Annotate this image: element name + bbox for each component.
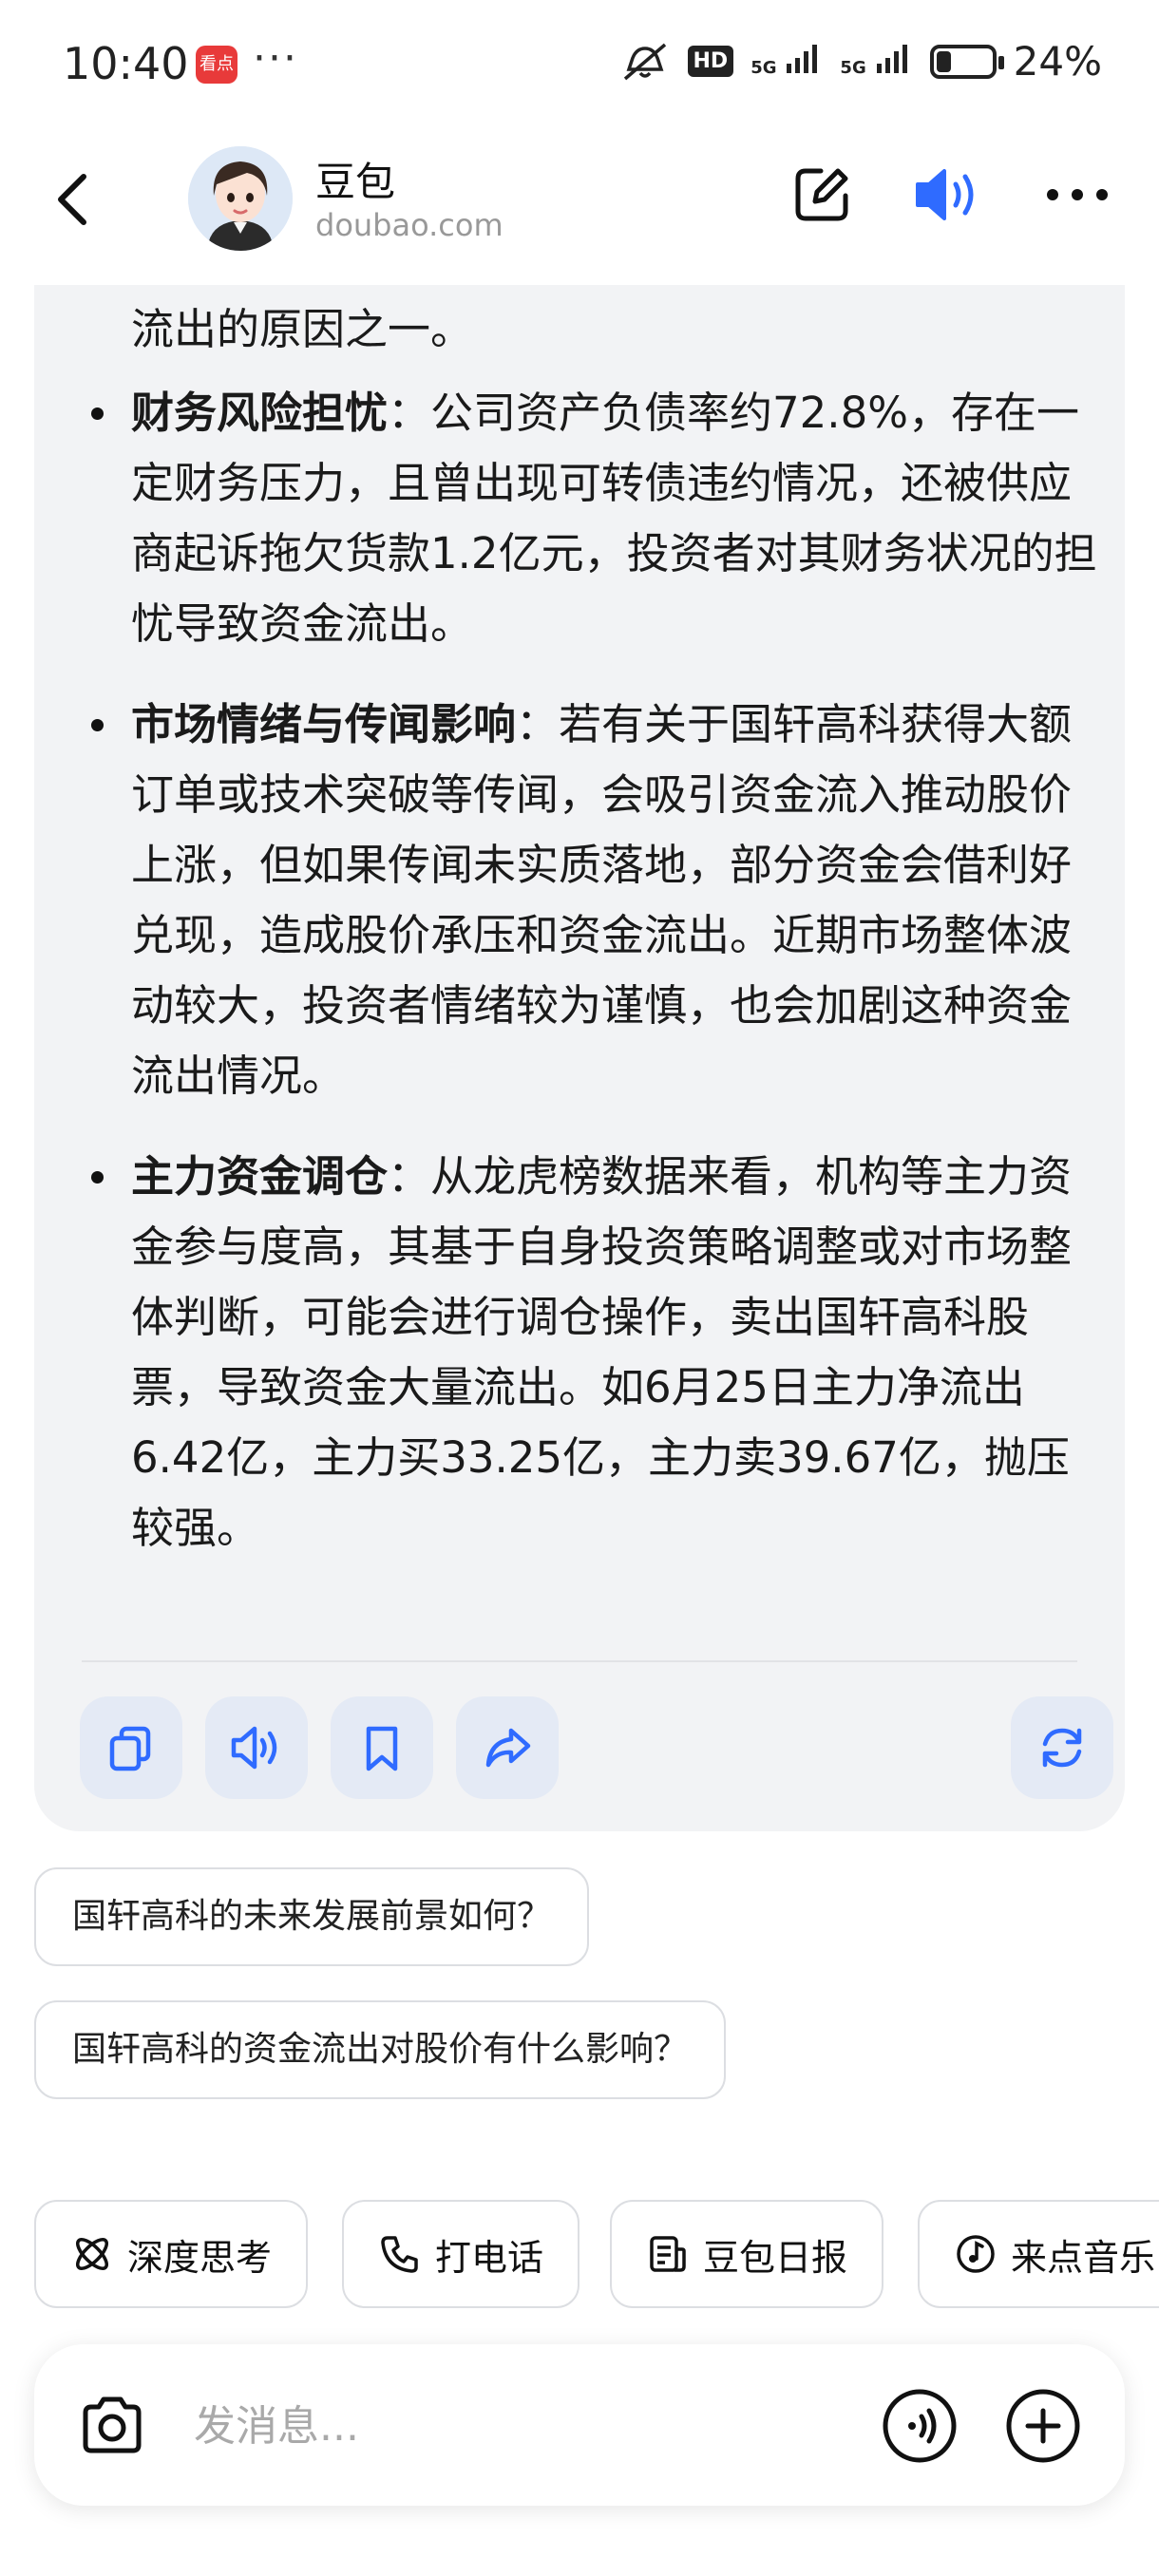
news-icon bbox=[650, 2236, 686, 2272]
tool-music[interactable]: 来点音乐 bbox=[918, 2200, 1159, 2308]
bullet-text: ：若有关于国轩高科获得大额订单或技术突破等传闻，会吸引资金流入推动股价上涨，但如… bbox=[131, 699, 1073, 1101]
chat-subtitle: doubao.com bbox=[315, 207, 504, 243]
tool-label: 豆包日报 bbox=[703, 2236, 848, 2279]
bullet-heading: 主力资金调仓 bbox=[131, 1151, 389, 1202]
signal-bars-icon bbox=[787, 45, 818, 73]
voice-input-button[interactable] bbox=[880, 2386, 960, 2466]
back-button[interactable] bbox=[38, 161, 114, 237]
bookmark-button[interactable] bbox=[331, 1696, 433, 1799]
tool-label: 打电话 bbox=[435, 2236, 544, 2279]
speaker-icon bbox=[916, 169, 974, 220]
new-chat-button[interactable] bbox=[788, 161, 855, 228]
message-divider bbox=[82, 1660, 1077, 1662]
bullet-heading: 财务风险担忧 bbox=[131, 388, 389, 438]
chat-title: 豆包 bbox=[315, 159, 396, 205]
message-continuation-text: 流出的原因之一。 bbox=[131, 304, 474, 354]
tool-deep-thinking[interactable]: 深度思考 bbox=[34, 2200, 309, 2308]
avatar-girl-icon bbox=[188, 146, 293, 251]
signal-label-2: 5G bbox=[840, 58, 866, 78]
bullet-item-financial-risk: 财务风险担忧：公司资产负债率约72.8%，存在一定财务压力，且曾出现可转债违约情… bbox=[91, 378, 1098, 659]
hd-badge: HD bbox=[687, 46, 734, 77]
camera-button[interactable] bbox=[74, 2388, 150, 2464]
bookmark-icon bbox=[366, 1726, 398, 1771]
status-bar: 10:40 看点 ··· HD 5G 5G 24% bbox=[0, 0, 1159, 133]
phone-icon bbox=[381, 2236, 418, 2273]
regenerate-button[interactable] bbox=[1011, 1696, 1113, 1799]
bullet-text: ：从龙虎榜数据来看，机构等主力资金参与度高，其基于自身投资策略调整或对市场整体判… bbox=[131, 1151, 1073, 1553]
bullet-item-market-sentiment: 市场情绪与传闻影响：若有关于国轩高科获得大额订单或技术突破等传闻，会吸引资金流入… bbox=[91, 690, 1098, 1111]
signal-icon-2: 5G bbox=[840, 43, 912, 80]
regenerate-icon bbox=[1042, 1728, 1082, 1768]
add-attachment-button[interactable] bbox=[1003, 2386, 1083, 2466]
more-options-button[interactable] bbox=[1039, 161, 1115, 228]
tool-label: 深度思考 bbox=[127, 2236, 273, 2279]
voice-wave-icon bbox=[883, 2389, 957, 2463]
suggestion-chip[interactable]: 国轩高科的未来发展前景如何？ bbox=[34, 1867, 590, 1966]
edit-icon bbox=[795, 168, 848, 221]
tool-phone-call[interactable]: 打电话 bbox=[342, 2200, 580, 2308]
mute-icon bbox=[623, 43, 666, 80]
plus-icon bbox=[1006, 2389, 1080, 2463]
copy-button[interactable] bbox=[80, 1696, 182, 1799]
music-icon bbox=[957, 2235, 995, 2273]
bot-message-bubble: 流出的原因之一。 财务风险担忧：公司资产负债率约72.8%，存在一定财务压力，且… bbox=[34, 285, 1125, 1831]
message-bullet-list: 财务风险担忧：公司资产负债率约72.8%，存在一定财务压力，且曾出现可转债违约情… bbox=[91, 378, 1098, 1594]
read-aloud-icon bbox=[231, 1726, 277, 1770]
status-more-icon: ··· bbox=[253, 34, 298, 83]
battery-level-fill bbox=[936, 50, 951, 72]
notification-app-icon: 看点 bbox=[196, 46, 238, 84]
tool-daily-news[interactable]: 豆包日报 bbox=[610, 2200, 884, 2308]
camera-icon bbox=[83, 2396, 142, 2453]
atom-icon bbox=[76, 2238, 108, 2270]
tool-label: 来点音乐 bbox=[1011, 2236, 1156, 2279]
suggestion-chip[interactable]: 国轩高科的资金流出对股价有什么影响？ bbox=[34, 2000, 727, 2099]
message-input-bar bbox=[34, 2344, 1125, 2506]
bullet-heading: 市场情绪与传闻影响 bbox=[131, 699, 517, 749]
signal-label-1: 5G bbox=[750, 58, 777, 78]
message-input[interactable] bbox=[194, 2390, 859, 2462]
share-button[interactable] bbox=[456, 1696, 559, 1799]
message-action-row bbox=[80, 1696, 1113, 1801]
read-aloud-button[interactable] bbox=[205, 1696, 308, 1799]
share-icon bbox=[485, 1728, 531, 1768]
status-right-group: HD 5G 5G 24% bbox=[619, 38, 1102, 85]
bot-avatar[interactable] bbox=[188, 146, 293, 251]
tools-row: 深度思考 打电话 豆包日报 来点音乐 bbox=[0, 2200, 1159, 2312]
battery-icon bbox=[929, 44, 1004, 79]
chevron-left-icon bbox=[58, 174, 86, 225]
status-time: 10:40 bbox=[63, 38, 189, 89]
copy-icon bbox=[109, 1726, 151, 1771]
signal-icon-1: 5G bbox=[750, 43, 823, 80]
voice-playback-button[interactable] bbox=[910, 161, 986, 228]
signal-bars-icon bbox=[876, 45, 907, 73]
bullet-item-main-capital: 主力资金调仓：从龙虎榜数据来看，机构等主力资金参与度高，其基于自身投资策略调整或… bbox=[91, 1142, 1098, 1563]
chat-header: 豆包 doubao.com bbox=[0, 133, 1159, 285]
battery-percent: 24% bbox=[1013, 38, 1102, 85]
more-horizontal-icon bbox=[1047, 189, 1108, 200]
